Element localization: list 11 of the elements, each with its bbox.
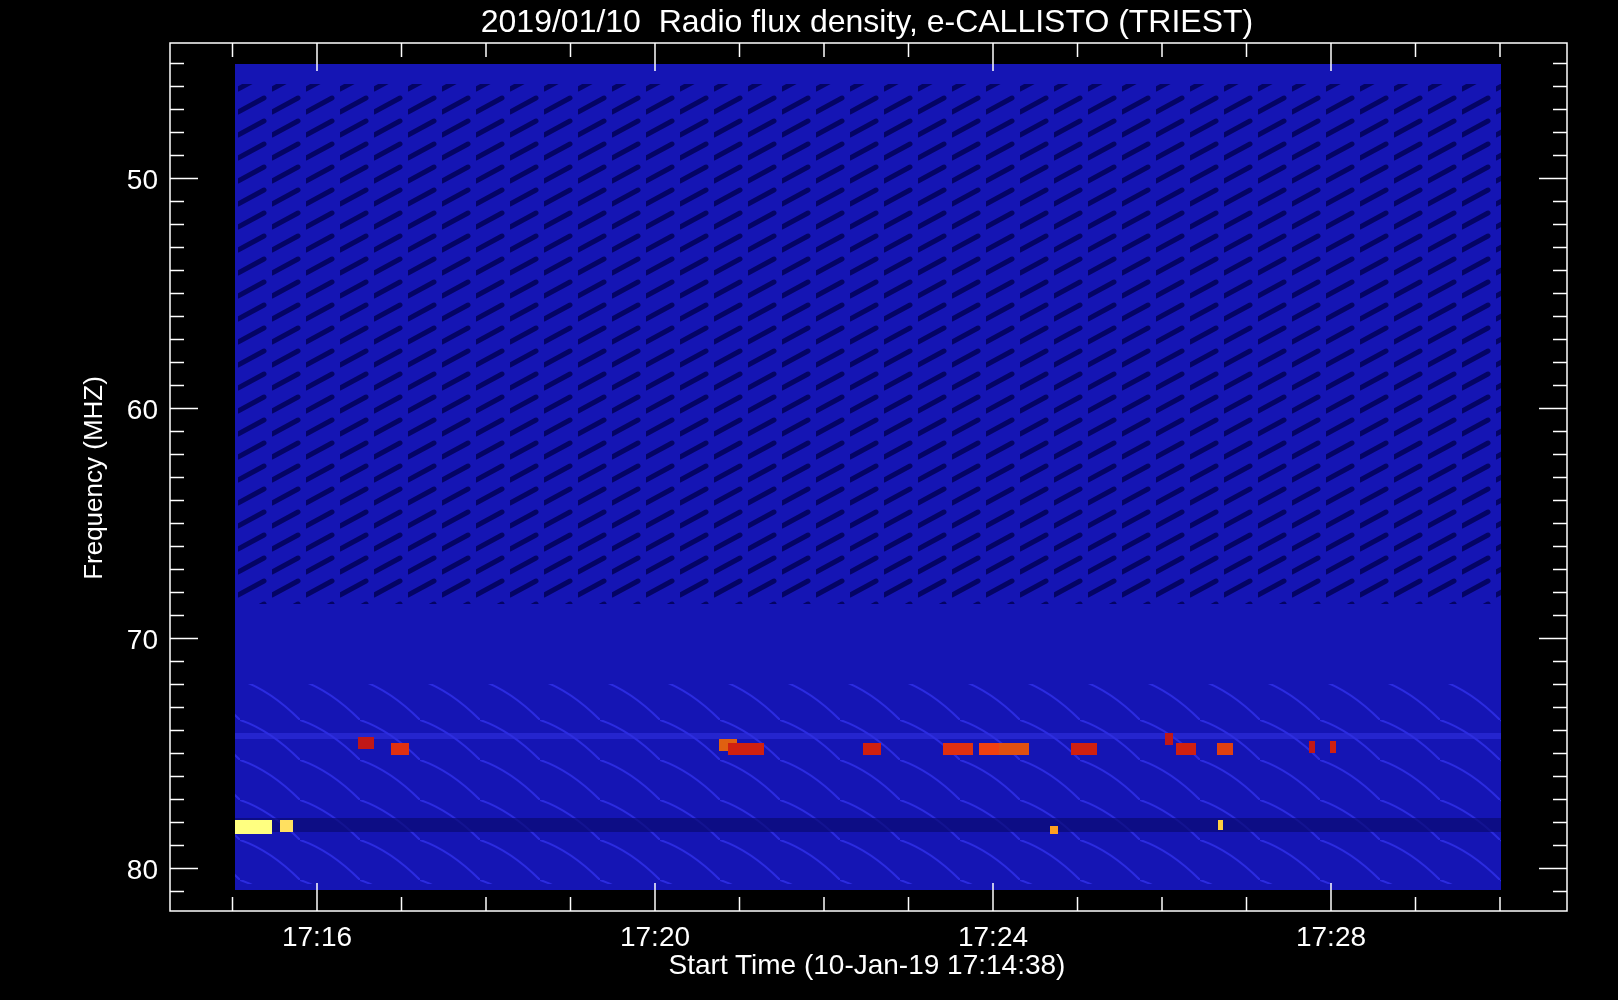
y-axis-label: Frequency (MHZ)	[78, 376, 108, 580]
y-tick-label: 60	[126, 393, 158, 425]
x-axis-label: Start Time (10-Jan-19 17:14:38)	[668, 949, 1066, 980]
x-tick-label: 17:20	[619, 921, 691, 952]
y-tick-label: 50	[126, 163, 158, 195]
x-tick-label: 17:16	[281, 921, 353, 952]
x-tick-label: 17:28	[1295, 921, 1367, 952]
chart-title: 2019/01/10 Radio flux density, e-CALLISTO (TRIEST)	[480, 3, 1254, 39]
x-tick-label: 17:24	[957, 921, 1029, 952]
y-tick-label: 70	[126, 623, 158, 655]
y-tick-label: 80	[126, 853, 158, 885]
